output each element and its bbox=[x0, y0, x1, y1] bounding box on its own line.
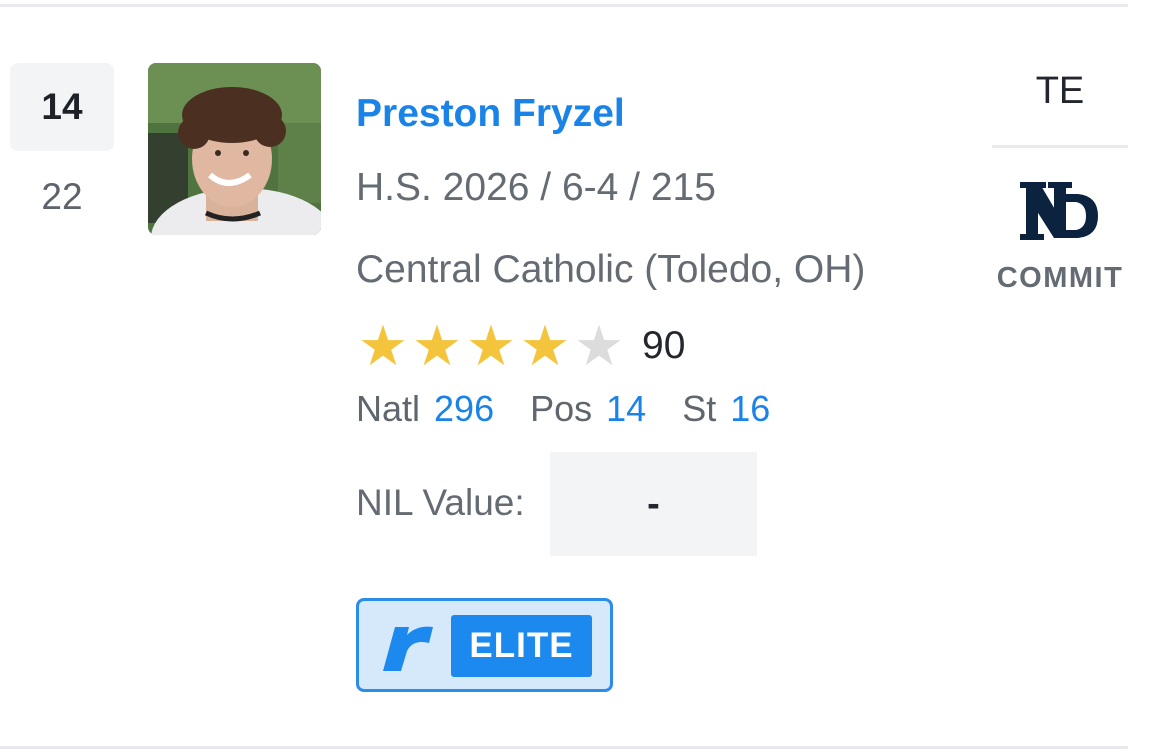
star-icon: ★ bbox=[465, 314, 517, 377]
state-rank-label: St bbox=[682, 388, 717, 429]
player-position: TE bbox=[1035, 70, 1085, 112]
elite-label: ELITE bbox=[451, 615, 592, 677]
top-divider bbox=[0, 4, 1128, 7]
position-rank-label: Pos bbox=[530, 388, 593, 429]
position-divider bbox=[992, 145, 1128, 148]
commitment-status: COMMIT bbox=[996, 262, 1124, 294]
rivals-r-icon bbox=[383, 626, 433, 671]
national-rank-label: Natl bbox=[356, 388, 421, 429]
player-photo[interactable] bbox=[148, 63, 321, 235]
state-rank-link[interactable]: 16 bbox=[730, 388, 770, 430]
rating-score: 90 bbox=[642, 324, 686, 367]
star-icon: ★ bbox=[573, 314, 625, 377]
rivals-elite-badge[interactable]: ELITE bbox=[356, 598, 613, 692]
bottom-divider bbox=[0, 746, 1128, 749]
rankings-row: Natl 296 Pos 14 St 16 bbox=[356, 388, 806, 430]
current-rank: 14 bbox=[10, 63, 114, 151]
star-icon: ★ bbox=[411, 314, 463, 377]
star-icon: ★ bbox=[519, 314, 571, 377]
national-rank-link[interactable]: 296 bbox=[434, 388, 494, 430]
star-rating: ★ ★ ★ ★ ★ 90 bbox=[356, 314, 686, 377]
nil-value: - bbox=[550, 452, 757, 556]
notre-dame-logo-icon[interactable] bbox=[1020, 176, 1100, 246]
player-high-school: Central Catholic (Toledo, OH) bbox=[356, 248, 866, 291]
position-rank-link[interactable]: 14 bbox=[606, 388, 646, 430]
player-name-link[interactable]: Preston Fryzel bbox=[356, 92, 625, 136]
player-class-height-weight: H.S. 2026 / 6-4 / 215 bbox=[356, 166, 716, 209]
previous-rank: 22 bbox=[41, 176, 83, 217]
player-headshot-image bbox=[148, 63, 321, 235]
star-icon: ★ bbox=[357, 314, 409, 377]
nil-value-label: NIL Value: bbox=[356, 482, 525, 523]
